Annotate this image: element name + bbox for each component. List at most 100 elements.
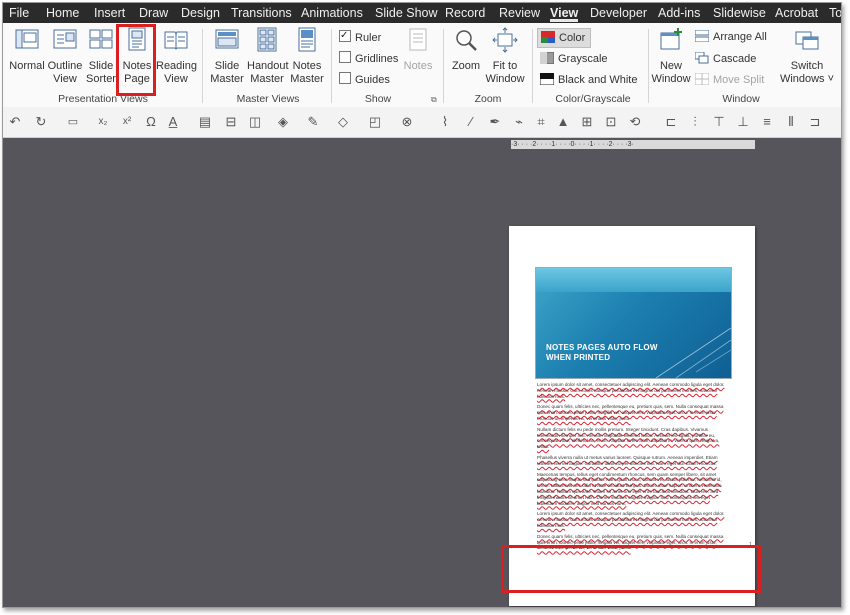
- checkbox-unchecked-icon: [339, 72, 351, 84]
- black-and-white-button[interactable]: Black and White: [540, 71, 637, 89]
- group-icon[interactable]: ⊞: [579, 114, 595, 130]
- slide-sorter-button[interactable]: Slide Sorter: [83, 27, 119, 86]
- move-split-button[interactable]: Move Split: [695, 71, 764, 89]
- black-and-white-label: Black and White: [558, 74, 638, 86]
- outline-view-button[interactable]: Outline View: [47, 27, 83, 86]
- shape-fill-icon[interactable]: ◈: [275, 114, 291, 130]
- align-left-icon[interactable]: ⊏: [663, 114, 679, 130]
- switch-windows-label-1: Switch: [790, 60, 824, 72]
- ruler-checkbox[interactable]: Ruler: [339, 28, 381, 46]
- brush-icon[interactable]: ⌁: [511, 114, 527, 130]
- handout-master-button[interactable]: Handout Master: [247, 27, 289, 86]
- shape-outline-icon[interactable]: ✎: [305, 114, 321, 130]
- distribute-vertical-icon[interactable]: ⦀: [783, 114, 799, 130]
- notes-master-label-2: Master: [290, 73, 324, 85]
- rotate-icon[interactable]: ⟲: [627, 114, 643, 130]
- tab-review[interactable]: Review: [499, 3, 540, 23]
- notes-master-icon: [298, 27, 316, 52]
- slide-sorter-icon: [89, 29, 113, 49]
- notes-master-label-1: Notes: [292, 60, 322, 72]
- slide-title-line-1: NOTES PAGES AUTO FLOW: [546, 343, 658, 352]
- arrange-icon[interactable]: ◰: [367, 114, 383, 130]
- notes-master-button[interactable]: Notes Master: [288, 27, 326, 86]
- outline-view-label-1: Outline: [47, 60, 83, 72]
- tab-transitions[interactable]: Transitions: [231, 3, 292, 23]
- guides-checkbox[interactable]: Guides: [339, 72, 390, 88]
- reading-view-icon: [164, 31, 188, 50]
- ribbon-separator: [202, 29, 203, 103]
- tab-design[interactable]: Design: [181, 3, 220, 23]
- highlighter-icon[interactable]: ▲: [555, 114, 571, 130]
- tab-draw[interactable]: Draw: [139, 3, 168, 23]
- slide-master-icon: [215, 29, 239, 49]
- align-text-icon[interactable]: ⊟: [223, 114, 239, 130]
- zoom-button[interactable]: Zoom: [447, 27, 485, 73]
- normal-view-button[interactable]: Normal: [7, 27, 47, 73]
- tab-view[interactable]: View: [550, 3, 579, 23]
- switch-windows-button[interactable]: Switch Windows ˅: [779, 27, 835, 86]
- text-box-icon[interactable]: ▤: [197, 114, 213, 130]
- color-label: Color: [559, 32, 586, 44]
- columns-icon[interactable]: ◫: [247, 114, 263, 130]
- cascade-icon: [695, 52, 709, 64]
- master-views-group-label: Master Views: [236, 93, 300, 105]
- black-and-white-icon: [540, 73, 554, 85]
- redo-icon[interactable]: ↻: [33, 114, 49, 130]
- fit-to-window-button[interactable]: Fit to Window: [485, 27, 525, 86]
- symbol-omega-icon[interactable]: Ω: [143, 114, 159, 130]
- notes-text-area[interactable]: Lorem ipsum dolor sit amet, consectetuer…: [537, 382, 729, 556]
- font-color-icon[interactable]: A: [165, 114, 181, 130]
- pen-icon[interactable]: ✒: [487, 114, 503, 130]
- undo-icon[interactable]: ↶: [7, 114, 23, 130]
- align-top-icon[interactable]: ⊤: [711, 114, 727, 130]
- slide-thumbnail[interactable]: NOTES PAGES AUTO FLOW WHEN PRINTED: [535, 267, 732, 379]
- align-middle-icon[interactable]: ⊥: [735, 114, 751, 130]
- handout-master-label-2: Master: [250, 73, 284, 85]
- tab-acrobat[interactable]: Acrobat: [775, 3, 818, 23]
- ungroup-icon[interactable]: ⊡: [603, 114, 619, 130]
- format-painter-icon[interactable]: ⌇: [437, 114, 453, 130]
- notes-button[interactable]: Notes: [401, 27, 435, 73]
- color-button[interactable]: Color: [537, 28, 592, 48]
- superscript-icon[interactable]: x²: [119, 114, 135, 130]
- crop-icon[interactable]: ⌗: [533, 114, 549, 130]
- show-group-label: Show: [364, 93, 392, 105]
- cascade-button[interactable]: Cascade: [695, 50, 756, 68]
- eyedropper-icon[interactable]: ⁄: [463, 114, 479, 130]
- show-dialog-launcher-icon[interactable]: ⧉: [431, 95, 437, 105]
- tab-record[interactable]: Record: [445, 3, 485, 23]
- tab-slide-show[interactable]: Slide Show: [375, 3, 438, 23]
- merge-shapes-icon[interactable]: ⊗: [399, 114, 415, 130]
- subscript-icon[interactable]: x₂: [95, 114, 111, 130]
- reading-view-button[interactable]: Reading View: [156, 27, 197, 86]
- slide-icon[interactable]: ▭: [65, 114, 81, 130]
- gridlines-checkbox[interactable]: Gridlines: [339, 51, 398, 67]
- handout-master-label-1: Handout: [247, 60, 289, 72]
- tab-add-ins[interactable]: Add-ins: [658, 3, 700, 23]
- notes-icon: [409, 28, 427, 51]
- gridlines-label: Gridlines: [355, 53, 399, 65]
- distribute-horizontal-icon[interactable]: ≡: [759, 114, 775, 130]
- quick-access-toolbar: ↶ ↻ ▭ x₂ x² Ω A ▤ ⊟ ◫ ◈ ✎ ◇ ◰ ⊗ ⌇ ⁄ ✒ ⌁ …: [3, 107, 841, 138]
- notes-paragraph: Phasellus viverra nulla ut metus varius …: [537, 454, 718, 466]
- align-center-icon[interactable]: ⫶: [687, 114, 703, 130]
- tab-home[interactable]: Home: [46, 3, 79, 23]
- slide-master-button[interactable]: Slide Master: [207, 27, 247, 86]
- arrange-all-button[interactable]: Arrange All: [695, 28, 767, 46]
- tab-file[interactable]: File: [9, 3, 29, 23]
- ribbon-tab-bar: File Home Insert Draw Design Transitions…: [3, 3, 841, 23]
- fit-to-window-label-2: Window: [485, 73, 525, 85]
- grayscale-button[interactable]: Grayscale: [540, 50, 608, 68]
- shapes-icon[interactable]: ◇: [335, 114, 351, 130]
- app-window: File Home Insert Draw Design Transitions…: [2, 2, 842, 608]
- tab-developer[interactable]: Developer: [590, 3, 647, 23]
- tab-slidewise[interactable]: Slidewise: [713, 3, 766, 23]
- reading-view-label-1: Reading: [156, 60, 197, 72]
- tab-animations[interactable]: Animations: [301, 3, 363, 23]
- horizontal-ruler[interactable]: ·3· · · ·2· · · ·1· · · ·0· · · ·1· · · …: [511, 140, 755, 149]
- tab-insert[interactable]: Insert: [94, 3, 125, 23]
- tab-to[interactable]: To: [829, 3, 841, 23]
- new-window-button[interactable]: New Window: [651, 27, 691, 86]
- align-right-icon[interactable]: ⊐: [807, 114, 823, 130]
- outline-view-label-2: View: [53, 73, 77, 85]
